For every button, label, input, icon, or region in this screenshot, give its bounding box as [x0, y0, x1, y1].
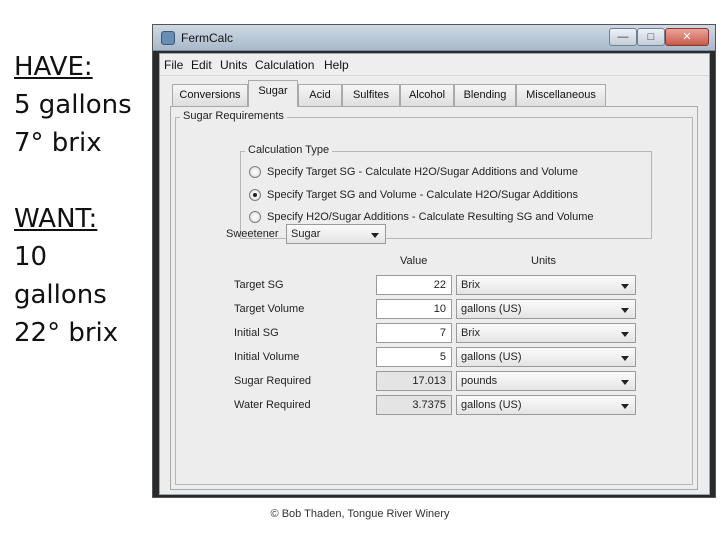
chevron-down-icon: [621, 284, 629, 289]
minimize-button[interactable]: —: [609, 28, 637, 46]
initial-sg-input[interactable]: 7: [376, 323, 452, 343]
tab-sugar[interactable]: Sugar: [248, 80, 298, 107]
sugar-requirements-title: Sugar Requirements: [180, 110, 287, 122]
sugar-required-label: Sugar Required: [234, 375, 312, 387]
target-volume-units-select[interactable]: gallons (US): [456, 299, 636, 319]
window-client-area: File Edit Units Calculation Help Convers…: [159, 53, 710, 495]
radio-button[interactable]: [249, 211, 261, 223]
menu-units[interactable]: Units: [220, 58, 247, 72]
sugar-required-units-select[interactable]: pounds: [456, 371, 636, 391]
initial-volume-label: Initial Volume: [234, 351, 300, 363]
menu-help[interactable]: Help: [324, 58, 349, 72]
chevron-down-icon: [621, 308, 629, 313]
want-brix: 22° brix: [14, 318, 119, 348]
chevron-down-icon: [371, 233, 379, 238]
sweetener-select[interactable]: Sugar: [286, 224, 386, 244]
sweetener-label: Sweetener: [226, 228, 279, 240]
water-required-units-select[interactable]: gallons (US): [456, 395, 636, 415]
want-volume-number: 10: [14, 242, 48, 272]
close-button[interactable]: ✕: [665, 28, 709, 46]
tab-conversions[interactable]: Conversions: [172, 84, 248, 106]
target-volume-input[interactable]: 10: [376, 299, 452, 319]
initial-sg-label: Initial SG: [234, 327, 279, 339]
calculation-type-title: Calculation Type: [245, 144, 333, 156]
sugar-required-output: 17.013: [376, 371, 452, 391]
want-heading: WANT:: [14, 204, 98, 234]
maximize-button[interactable]: □: [637, 28, 665, 46]
have-text-block: HAVE: 5 gallons 7° brix: [14, 48, 132, 162]
initial-volume-units-select[interactable]: gallons (US): [456, 347, 636, 367]
unit-value: pounds: [461, 375, 498, 387]
tab-sulfites[interactable]: Sulfites: [342, 84, 400, 106]
have-brix: 7° brix: [14, 128, 102, 158]
units-column-header: Units: [531, 255, 557, 267]
calc-option-label: Specify Target SG - Calculate H2O/Sugar …: [267, 166, 579, 178]
app-icon: [161, 31, 175, 45]
have-volume: 5 gallons: [14, 90, 132, 120]
fermcalc-window: FermCalc — □ ✕ File Edit Units Calculati…: [152, 24, 716, 498]
title-bar[interactable]: FermCalc — □ ✕: [153, 25, 715, 51]
water-required-output: 3.7375: [376, 395, 452, 415]
chevron-down-icon: [621, 380, 629, 385]
menu-edit[interactable]: Edit: [191, 58, 212, 72]
copyright-notice: © Bob Thaden, Tongue River Winery: [270, 508, 450, 520]
target-sg-label: Target SG: [234, 279, 284, 291]
unit-value: gallons (US): [461, 399, 522, 411]
unit-value: gallons (US): [461, 303, 522, 315]
menu-calculation[interactable]: Calculation: [255, 58, 314, 72]
have-heading: HAVE:: [14, 52, 93, 82]
radio-button-selected[interactable]: [249, 189, 261, 201]
menu-file[interactable]: File: [164, 58, 183, 72]
radio-button[interactable]: [249, 166, 261, 178]
target-sg-input[interactable]: 22: [376, 275, 452, 295]
chevron-down-icon: [621, 404, 629, 409]
unit-value: Brix: [461, 327, 480, 339]
want-volume-unit: gallons: [14, 280, 107, 310]
calc-option-label: Specify H2O/Sugar Additions - Calculate …: [267, 211, 594, 223]
chevron-down-icon: [621, 332, 629, 337]
tab-miscellaneous[interactable]: Miscellaneous: [516, 84, 606, 106]
unit-value: Brix: [461, 279, 480, 291]
sweetener-value: Sugar: [291, 228, 321, 240]
unit-value: gallons (US): [461, 351, 522, 363]
value-column-header: Value: [400, 255, 428, 267]
initial-sg-units-select[interactable]: Brix: [456, 323, 636, 343]
tab-blending[interactable]: Blending: [454, 84, 516, 106]
water-required-label: Water Required: [234, 399, 311, 411]
calc-option-label: Specify Target SG and Volume - Calculate…: [267, 189, 579, 201]
menu-bar: File Edit Units Calculation Help: [160, 54, 709, 76]
window-title: FermCalc: [181, 31, 234, 45]
tab-acid[interactable]: Acid: [298, 84, 342, 106]
target-sg-units-select[interactable]: Brix: [456, 275, 636, 295]
tab-alcohol[interactable]: Alcohol: [400, 84, 454, 106]
target-volume-label: Target Volume: [234, 303, 305, 315]
chevron-down-icon: [621, 356, 629, 361]
want-text-block: WANT: 10 gallons 22° brix: [14, 200, 118, 352]
sugar-requirements-group: Sugar Requirements Calculation Type Spec…: [175, 110, 693, 485]
initial-volume-input[interactable]: 5: [376, 347, 452, 367]
sugar-tab-panel: Sugar Requirements Calculation Type Spec…: [170, 106, 698, 490]
